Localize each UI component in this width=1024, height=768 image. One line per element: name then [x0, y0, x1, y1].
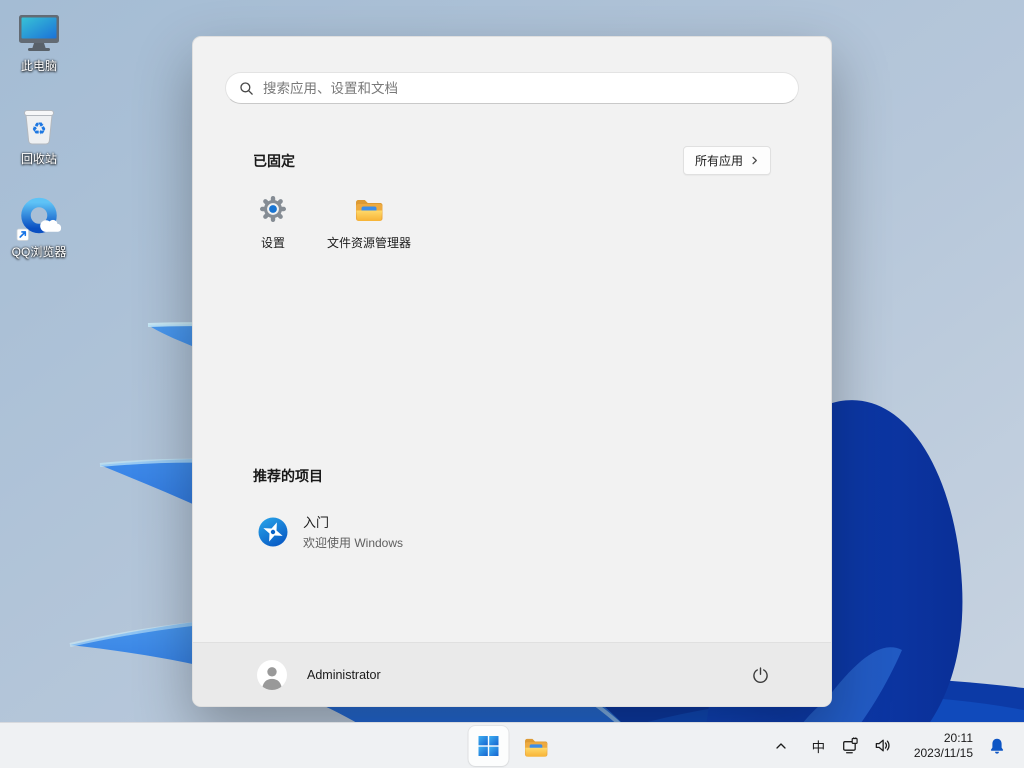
notification-bell-icon	[988, 737, 1006, 755]
recommended-section-header: 推荐的项目	[253, 466, 323, 486]
search-icon	[239, 81, 254, 96]
taskbar-clock[interactable]: 20:11 2023/11/15	[900, 731, 979, 761]
desktop-icon-this-pc[interactable]: 此电脑	[1, 8, 77, 73]
desktop-icon-label: QQ浏览器	[11, 245, 67, 259]
start-button[interactable]	[468, 726, 509, 766]
taskbar-center-buttons	[468, 726, 556, 766]
taskbar: 中 20:11 2023/11/15	[0, 722, 1024, 768]
pinned-app-settings[interactable]: 设置	[225, 186, 321, 274]
power-button[interactable]	[741, 656, 779, 694]
clock-date: 2023/11/15	[913, 745, 973, 760]
desktop: 此电脑 ♻ 回收站 QQ浏览器 搜索应用、设置和文档 已固定 所有应用 设置 文…	[0, 0, 1024, 768]
folder-icon	[522, 733, 549, 760]
recommended-item-get-started[interactable]: 入门 欢迎使用 Windows	[241, 504, 541, 559]
recommended-title: 推荐的项目	[253, 468, 323, 484]
user-name: Administrator	[307, 667, 381, 682]
start-search-box[interactable]	[225, 72, 799, 104]
start-menu-user-bar: Administrator	[193, 642, 831, 706]
windows-logo-icon	[478, 735, 500, 757]
pinned-apps-grid: 设置 文件资源管理器	[225, 186, 417, 274]
recommended-item-subtitle: 欢迎使用 Windows	[303, 536, 404, 550]
all-apps-label: 所有应用	[694, 154, 743, 168]
pinned-app-label: 设置	[260, 236, 285, 250]
pinned-app-file-explorer[interactable]: 文件资源管理器	[321, 186, 417, 274]
folder-icon	[353, 193, 385, 225]
power-icon	[752, 666, 769, 683]
search-input[interactable]	[263, 80, 785, 96]
desktop-icon-recycle-bin[interactable]: ♻ 回收站	[1, 101, 77, 166]
desktop-icon-list: 此电脑 ♻ 回收站 QQ浏览器	[1, 8, 77, 259]
network-ethernet-icon	[842, 737, 859, 754]
qq-browser-icon	[15, 194, 63, 242]
speaker-icon	[874, 737, 891, 754]
recommended-item-title: 入门	[303, 515, 330, 530]
pinned-app-label: 文件资源管理器	[326, 236, 411, 250]
ime-label: 中	[811, 739, 826, 755]
desktop-icon-qq-browser[interactable]: QQ浏览器	[1, 194, 77, 259]
clock-time: 20:11	[943, 730, 973, 745]
recycle-bin-icon: ♻	[15, 101, 63, 149]
user-account-button[interactable]: Administrator	[257, 654, 391, 696]
system-tray: 中 20:11 2023/11/15	[767, 723, 1024, 768]
get-started-icon	[257, 516, 289, 548]
taskbar-file-explorer-button[interactable]	[516, 726, 556, 766]
this-pc-icon	[15, 8, 63, 56]
svg-text:♻: ♻	[31, 120, 46, 140]
recommended-item-texts: 入门 欢迎使用 Windows	[303, 512, 403, 551]
start-menu: 已固定 所有应用	[192, 36, 832, 707]
show-hidden-icons-button[interactable]	[767, 729, 796, 763]
pinned-title: 已固定	[253, 152, 295, 169]
user-avatar	[257, 659, 287, 690]
network-button[interactable]	[836, 729, 865, 763]
chevron-up-icon	[774, 739, 788, 753]
ime-indicator-button[interactable]: 中	[804, 729, 833, 763]
settings-gear-icon	[257, 193, 289, 225]
pinned-section-header: 已固定 所有应用	[253, 146, 771, 175]
desktop-icon-label: 回收站	[20, 152, 57, 166]
all-apps-button[interactable]: 所有应用	[682, 146, 771, 175]
notification-bell-button[interactable]	[982, 729, 1011, 763]
volume-button[interactable]	[868, 729, 897, 763]
chevron-right-icon	[750, 156, 759, 165]
desktop-icon-label: 此电脑	[20, 59, 57, 73]
